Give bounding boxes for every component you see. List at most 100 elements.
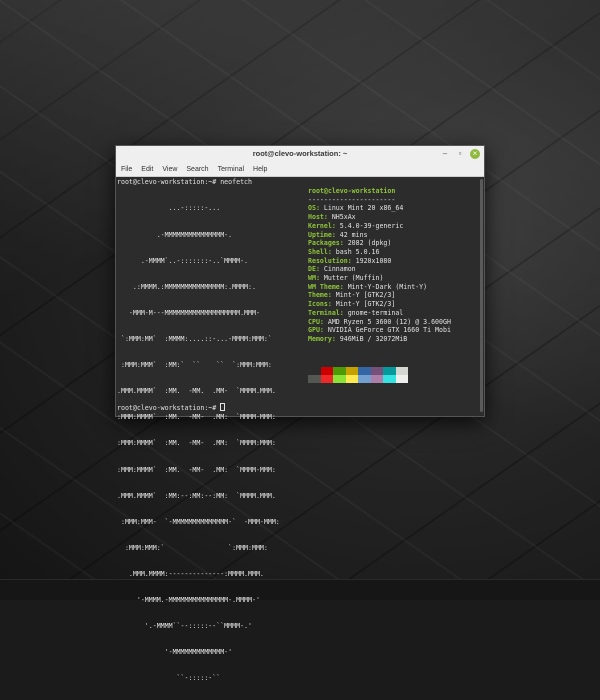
prompt-line[interactable]: root@clevo-workstation:~# [117,403,226,413]
palette-row-bright [308,375,408,383]
color-palette [308,367,408,383]
info-value: gnome-terminal [343,308,404,317]
ascii-line: '-MMMM.-MMMMMMMMMMMMMMM-.MMMM-' [117,596,260,605]
ascii-line: ``-:::::-`` [117,674,221,683]
info-row: DE: Cinnamon [308,265,356,274]
ascii-line: .MMM.MMMM:--------------:MMMM.MMM. [117,569,264,578]
ascii-line: `:MMM:MM` :MMMM:....::-...-MMMM:MMM:` [117,334,272,343]
ascii-line: ...-:::::-... [117,204,221,213]
info-separator: ---------------------- [308,195,396,204]
info-value: bash 5.0.16 [331,247,380,256]
info-row: Theme: Mint-Y [GTK2/3] [308,291,395,300]
info-row: Resolution: 1920x1080 [308,257,391,266]
prompt-text: root@clevo-workstation:~# [117,404,221,412]
menu-search[interactable]: Search [186,163,208,176]
menu-terminal[interactable]: Terminal [218,163,244,176]
info-row: Host: NH5xAx [308,213,356,222]
menu-help[interactable]: Help [253,163,267,176]
color-swatch [370,367,383,375]
info-row: WM Theme: Mint-Y-Dark (Mint-Y) [308,283,427,292]
text-cursor [220,403,226,411]
info-key: Memory: [308,334,336,343]
info-key: Host: [308,213,328,222]
color-swatch [358,367,371,375]
color-swatch [320,367,333,375]
color-swatch [333,367,346,375]
info-value: 2082 (dpkg) [343,239,392,248]
user-host: root@clevo-workstation [308,187,396,195]
info-key: WM: [308,274,320,282]
info-row: Icons: Mint-Y [GTK2/3] [308,300,395,309]
info-key: Shell: [308,247,332,256]
color-swatch [395,367,408,375]
color-swatch [308,367,321,375]
color-swatch [358,375,371,383]
ascii-line: .:MMMM.:MMMMMMMMMMMMMMM:.MMMM:. [117,282,256,291]
ascii-line: -MMM-M---MMMMMMMMMMMMMMMMMMM.MMM- [117,308,260,317]
info-key: Uptime: [308,230,336,239]
color-swatch [383,367,396,375]
info-row: Uptime: 42 mins [308,231,368,240]
ascii-line: :MMM:MMM:` `:MMM:MMM: [117,543,268,552]
info-row: Packages: 2082 (dpkg) [308,239,391,248]
info-value: Mint-Y [GTK2/3] [331,291,396,300]
info-key: Terminal: [308,308,344,317]
info-key: Theme: [308,291,332,300]
taskbar [0,579,600,600]
info-value: Cinnamon [319,265,356,274]
info-key: Packages: [308,239,344,248]
palette-row-dark [308,367,408,375]
ascii-line: :MMM:MMMM` :MM. -MM- .MM: `MMMM-MMM: [117,465,276,474]
window-title: root@clevo-workstation: ~ [252,149,348,158]
info-value: 5.4.0-39-generic [335,221,404,230]
info-key: DE: [308,265,320,274]
color-swatch [383,375,396,383]
menu-edit[interactable]: Edit [141,163,153,176]
menu-bar: File Edit View Search Terminal Help [116,163,484,177]
info-row: Shell: bash 5.0.16 [308,248,379,257]
info-key: Kernel: [308,221,336,230]
ascii-line: :MMM:MMM` :MM:` `` `` `:MMM:MMM: [117,361,272,370]
color-swatch [333,375,346,383]
ascii-line: .-MMMM`..-:::::::-..`MMMM-. [117,256,249,265]
info-row: Terminal: gnome-terminal [308,309,403,318]
menu-view[interactable]: View [162,163,177,176]
color-swatch [345,375,358,383]
color-swatch [345,367,358,375]
info-key: GPU: [308,326,324,335]
info-key: Icons: [308,300,332,309]
ascii-line: :MMM:MMMM` :MM. -MM- .MM: `MMMM-MMM: [117,413,276,422]
info-key: CPU: [308,317,324,326]
color-swatch [395,375,408,383]
info-key: WM Theme: [308,282,344,291]
info-row: Memory: 946MiB / 32072MiB [308,335,407,344]
terminal-window[interactable]: root@clevo-workstation: ~ ‒ ▫ × File Edi… [115,145,485,682]
terminal-output[interactable]: root@clevo-workstation:~# neofetch ...-:… [116,177,484,682]
menu-file[interactable]: File [121,163,132,176]
ascii-line: '.-MMMM``--:::::--``MMMM-.' [117,622,252,631]
ascii-line: '-MMMMMMMMMMMMM-' [117,648,233,657]
info-row: GPU: NVIDIA GeForce GTX 1660 Ti Mobi [308,326,451,335]
title-bar[interactable]: root@clevo-workstation: ~ ‒ ▫ × [116,146,484,164]
info-value: AMD Ryzen 5 3600 (12) @ 3.600GH [323,317,451,326]
mint-ascii-logo: ...-:::::-... .-MMMMMMMMMMMMMMM-. .-MMMM… [117,187,280,700]
info-row: OS: Linux Mint 20 x86_64 [308,204,403,213]
info-row: WM: Mutter (Muffin) [308,274,383,283]
info-value: NH5xAx [327,213,356,222]
info-value: Mint-Y-Dark (Mint-Y) [343,282,428,291]
close-icon[interactable]: × [470,149,480,159]
info-value: 946MiB / 32072MiB [335,334,408,343]
maximize-icon[interactable]: ▫ [455,149,465,159]
info-value: NVIDIA GeForce GTX 1660 Ti Mobi [323,326,451,335]
window-controls: ‒ ▫ × [440,149,480,159]
minimize-icon[interactable]: ‒ [440,149,450,159]
info-value: Linux Mint 20 x86_64 [319,204,404,213]
info-key: OS: [308,204,320,213]
scrollbar[interactable] [480,179,483,412]
color-swatch [370,375,383,383]
color-swatch [308,375,321,383]
command-line: root@clevo-workstation:~# neofetch [117,178,252,186]
ascii-line: :MMM:MMM- `-MMMMMMMMMMMMMM-` -MMM-MMM: [117,517,280,526]
ascii-line: :MMM:MMMM` :MM. -MM- .MM: `MMMM:MMM: [117,439,276,448]
info-value: 1920x1080 [351,256,392,265]
